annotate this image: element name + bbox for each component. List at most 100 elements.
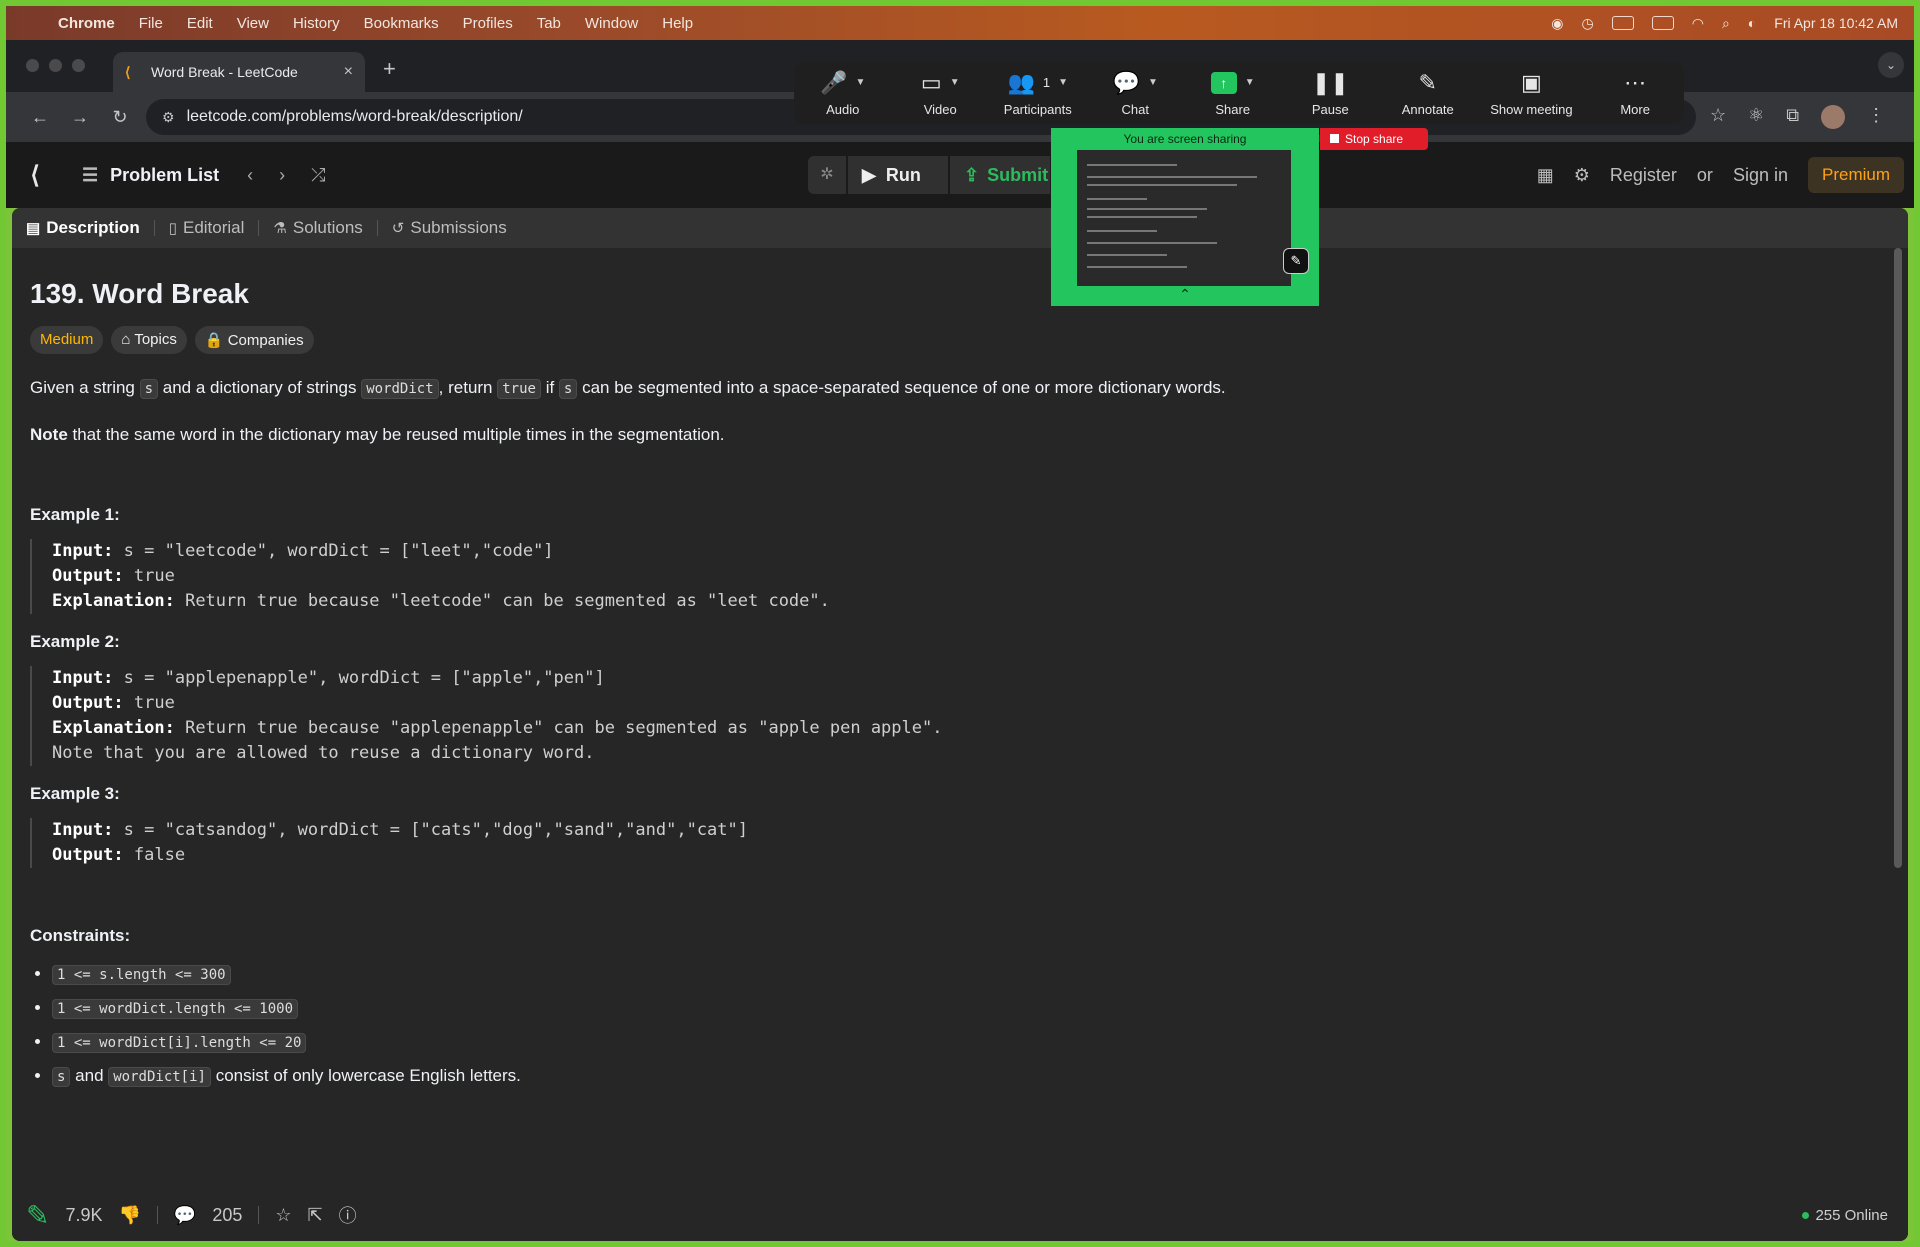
constraints-list: 1 <= s.length <= 300 1 <= wordDict.lengt… — [30, 964, 1890, 1087]
menu-tab[interactable]: Tab — [525, 15, 573, 32]
forward-icon[interactable]: → — [60, 107, 100, 128]
annotate-button[interactable]: ✎ Annotate — [1393, 70, 1463, 117]
zoom-window-button[interactable] — [72, 59, 85, 72]
menu-chrome[interactable]: Chrome — [46, 15, 127, 32]
more-button[interactable]: ⋯ More — [1600, 70, 1670, 117]
tab-description[interactable]: ▤ Description — [26, 218, 140, 238]
problem-title[interactable]: 139. Word Break — [30, 278, 1890, 310]
chevron-up-icon[interactable]: ⌃ — [1051, 286, 1319, 306]
back-icon[interactable]: ← — [20, 107, 60, 128]
browser-tab[interactable]: ⟨ Word Break - LeetCode × — [113, 52, 365, 92]
favorite-star-icon[interactable]: ☆ — [275, 1205, 291, 1226]
layout-icon[interactable]: ▦ — [1537, 165, 1554, 186]
comment-count[interactable]: 205 — [212, 1205, 242, 1226]
menu-edit[interactable]: Edit — [175, 15, 225, 32]
stop-share-button[interactable]: Stop share — [1320, 128, 1428, 150]
pause-button[interactable]: ❚❚ Pause — [1295, 70, 1365, 117]
chrome-menu-icon[interactable]: ⋮ — [1867, 105, 1885, 129]
share-external-icon[interactable]: ⇱ — [308, 1205, 323, 1226]
submit-button[interactable]: ⇪ Submit — [950, 156, 1050, 194]
premium-button[interactable]: Premium — [1807, 157, 1904, 193]
chat-button[interactable]: 💬 ▼ Chat — [1100, 70, 1170, 117]
play-icon: ▶ — [862, 164, 876, 185]
menu-profiles[interactable]: Profiles — [451, 15, 525, 32]
run-button[interactable]: ▶ Run — [848, 156, 948, 194]
sign-in-link[interactable]: Sign in — [1733, 165, 1788, 186]
help-icon[interactable]: ⓘ — [339, 1202, 357, 1228]
menu-history[interactable]: History — [281, 15, 352, 32]
reload-icon[interactable]: ↻ — [100, 107, 140, 128]
chevron-down-icon[interactable]: ▼ — [1148, 77, 1158, 88]
url-text[interactable]: leetcode.com/problems/word-break/descrip… — [187, 108, 523, 126]
video-button[interactable]: ▭ ▼ Video — [905, 70, 975, 117]
profile-avatar[interactable] — [1821, 105, 1846, 129]
menu-window[interactable]: Window — [573, 15, 650, 32]
tab-editorial[interactable]: ▯ Editorial — [169, 218, 245, 238]
settings-icon[interactable]: ⚙ — [1574, 165, 1590, 186]
dislike-icon[interactable]: 👎 — [119, 1205, 141, 1226]
pencil-icon[interactable]: ✎ — [26, 1199, 49, 1232]
stop-share-label: Stop share — [1345, 132, 1404, 146]
time-machine-icon[interactable]: ◷ — [1582, 15, 1594, 32]
control-center-icon[interactable]: ◐ — [1748, 15, 1756, 31]
stop-icon — [1330, 134, 1339, 143]
problem-content: 139. Word Break Medium ⌂ Topics 🔒 Compan… — [12, 278, 1908, 1087]
extensions-puzzle-icon[interactable]: ⧉ — [1786, 105, 1799, 129]
menu-help[interactable]: Help — [650, 15, 705, 32]
chevron-down-icon[interactable]: ▼ — [950, 77, 960, 88]
inline-code: wordDict — [361, 379, 439, 399]
spotlight-icon[interactable]: ⌕ — [1722, 15, 1730, 32]
chevron-down-icon[interactable]: ▼ — [1058, 77, 1068, 88]
input-source-icon[interactable] — [1611, 16, 1634, 30]
extension-icon[interactable]: ⚛ — [1748, 105, 1764, 129]
chevron-down-icon[interactable]: ▼ — [856, 77, 866, 88]
next-problem-icon[interactable]: › — [279, 165, 285, 186]
close-tab-icon[interactable]: × — [344, 63, 353, 81]
audio-button[interactable]: 🎤 ▼ Audio — [808, 70, 878, 117]
share-button[interactable]: ↑ ▼ Share — [1198, 70, 1268, 117]
tab-search-button[interactable]: ⌄ — [1878, 52, 1904, 78]
run-label: Run — [885, 164, 921, 185]
like-count[interactable]: 7.9K — [65, 1205, 102, 1226]
prev-problem-icon[interactable]: ‹ — [247, 165, 253, 186]
tab-submissions[interactable]: ↺ Submissions — [392, 218, 507, 238]
list-icon: ☰ — [82, 164, 99, 185]
participants-button[interactable]: 👥 1 ▼ Participants — [1003, 70, 1073, 117]
close-window-button[interactable] — [26, 59, 39, 72]
menubar-clock[interactable]: Fri Apr 18 10:42 AM — [1774, 15, 1898, 31]
show-meeting-button[interactable]: ▣ Show meeting — [1490, 70, 1572, 117]
bookmark-star-icon[interactable]: ☆ — [1710, 105, 1726, 129]
share-preview-thumbnail[interactable]: ✎ ⌃ — [1051, 150, 1319, 306]
comment-icon[interactable]: 💬 — [174, 1205, 196, 1226]
wifi-icon[interactable]: ◠ — [1692, 15, 1704, 32]
window-controls — [6, 59, 85, 92]
debug-icon[interactable]: ✲ — [808, 156, 846, 194]
scrollbar[interactable] — [1894, 248, 1902, 868]
companies-chip[interactable]: 🔒 Companies — [194, 326, 314, 354]
tab-solutions[interactable]: ⚗ Solutions — [273, 218, 362, 238]
participants-label: Participants — [1003, 101, 1072, 117]
battery-icon[interactable] — [1651, 16, 1674, 30]
example-heading: Example 3: — [30, 784, 120, 803]
register-link[interactable]: Register — [1610, 165, 1677, 186]
submit-label: Submit — [987, 164, 1049, 185]
problem-list-button[interactable]: ☰ Problem List — [82, 165, 219, 186]
site-info-icon[interactable]: ⚙ — [162, 109, 175, 126]
annotate-pencil-icon[interactable]: ✎ — [1283, 248, 1309, 274]
divider — [156, 1206, 158, 1224]
minimize-window-button[interactable] — [49, 59, 62, 72]
menu-file[interactable]: File — [127, 15, 175, 32]
topics-chip[interactable]: ⌂ Topics — [111, 326, 187, 354]
show-meeting-label: Show meeting — [1490, 101, 1573, 117]
random-problem-icon[interactable]: ⤮ — [311, 165, 325, 186]
new-tab-button[interactable]: + — [365, 56, 396, 92]
leetcode-logo-icon[interactable]: ⟨ — [6, 161, 64, 190]
menu-bookmarks[interactable]: Bookmarks — [352, 15, 451, 32]
topics-label: Topics — [134, 331, 177, 348]
screen-sharing-banner[interactable]: You are screen sharing — [1051, 128, 1319, 150]
chevron-down-icon[interactable]: ▼ — [1245, 77, 1255, 88]
list-item: s and wordDict[i] consist of only lowerc… — [52, 1066, 1890, 1087]
zoom-status-icon[interactable]: ◉ — [1551, 15, 1563, 32]
menu-view[interactable]: View — [225, 15, 281, 32]
problem-note: Note that the same word in the dictionar… — [30, 425, 725, 444]
